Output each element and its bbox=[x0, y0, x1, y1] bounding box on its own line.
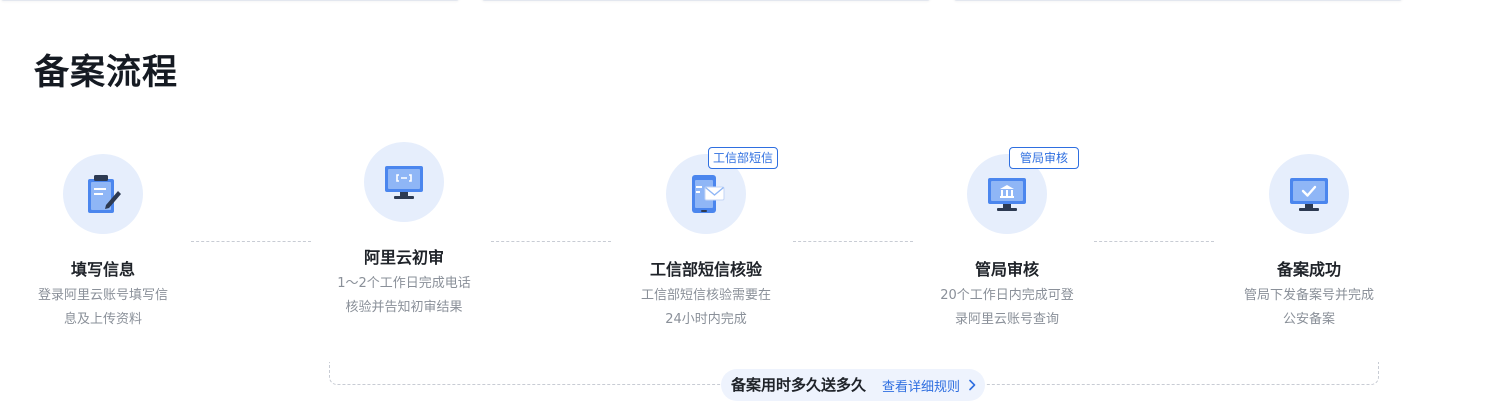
step-title: 阿里云初审 bbox=[363, 248, 444, 267]
section-title: 备案流程 bbox=[34, 53, 179, 93]
chevron-right-icon[interactable] bbox=[968, 379, 976, 391]
step-connector bbox=[191, 241, 311, 242]
step-icon-circle bbox=[1269, 154, 1349, 234]
step-desc: 20个工作日内完成可登录阿里云账号查询 bbox=[940, 288, 1074, 327]
clipboard-pen-icon bbox=[88, 175, 121, 213]
top-card-3 bbox=[953, 0, 1403, 1]
step-icon-circle bbox=[364, 142, 444, 222]
monitor-check-icon bbox=[1290, 178, 1328, 211]
monitor-bank-icon bbox=[988, 178, 1026, 211]
view-rules-link[interactable]: 查看详细规则 bbox=[882, 376, 960, 395]
step-desc: 登录阿里云账号填写信息及上传资料 bbox=[37, 288, 168, 327]
step-connector bbox=[491, 241, 611, 242]
step-title: 填写信息 bbox=[70, 260, 135, 279]
step-desc: 1～2个工作日完成电话核验并告知初审结果 bbox=[337, 276, 471, 315]
step-title: 管局审核 bbox=[974, 260, 1039, 279]
step-title: 备案成功 bbox=[1276, 260, 1341, 279]
step-tag: 工信部短信 bbox=[708, 147, 779, 169]
step-icon-circle bbox=[63, 154, 143, 234]
promo-text: 备案用时多久送多久 bbox=[731, 376, 867, 394]
top-card-2 bbox=[481, 0, 931, 1]
top-card-1 bbox=[0, 0, 460, 1]
step-desc: 管局下发备案号并完成公安备案 bbox=[1243, 288, 1374, 327]
phone-message-icon bbox=[692, 175, 725, 213]
step-desc: 工信部短信核验需要在24小时内完成 bbox=[640, 288, 771, 327]
step-connector bbox=[793, 241, 913, 242]
step-connector bbox=[1094, 241, 1214, 242]
step-title: 工信部短信核验 bbox=[649, 260, 762, 279]
step-tag: 管局审核 bbox=[1009, 147, 1079, 169]
monitor-icon bbox=[385, 166, 423, 199]
